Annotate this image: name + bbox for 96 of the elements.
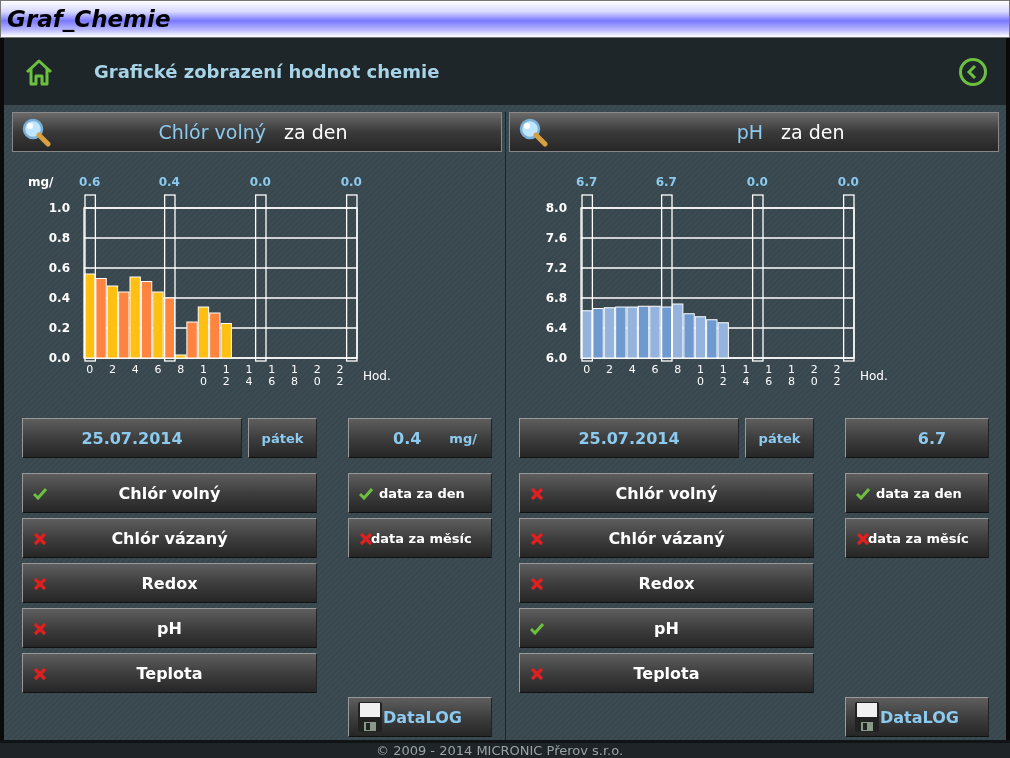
chart-bar xyxy=(197,306,210,359)
axis-label: 1.0 xyxy=(48,201,70,215)
axis-label: 1 8 xyxy=(787,363,795,388)
search-icon xyxy=(518,117,548,147)
cursor-value: 0.0 xyxy=(249,175,271,189)
chart-bar xyxy=(694,316,707,359)
back-icon[interactable] xyxy=(958,56,988,87)
axis-title: mg/ xyxy=(28,175,54,189)
axis-label: 1 4 xyxy=(245,363,253,388)
chart-bar xyxy=(672,303,684,359)
axis-label: 2 0 xyxy=(810,363,818,388)
axis-label: 0.4 xyxy=(48,291,70,305)
window-title: Graf_Chemie xyxy=(7,6,171,32)
axis-label: 8 xyxy=(177,363,185,376)
value-field: 6.7 xyxy=(845,418,989,458)
axis-label: 6 xyxy=(154,363,162,376)
axis-label: 1 4 xyxy=(742,363,750,388)
cursor-value: 6.7 xyxy=(576,175,598,189)
axis-label: 0.0 xyxy=(48,351,70,365)
datalog-button[interactable]: DataLOG xyxy=(845,697,989,737)
datalog-button[interactable]: DataLOG xyxy=(348,697,492,737)
range-button[interactable]: data za měsíc xyxy=(845,518,989,558)
search-icon xyxy=(21,117,51,147)
date-field: 25.07.2014 xyxy=(22,418,242,458)
axis-label: 1 6 xyxy=(765,363,773,388)
parameter-button[interactable]: pH xyxy=(22,608,317,648)
chart-bar xyxy=(683,313,695,359)
axis-label: 2 0 xyxy=(313,363,321,388)
range-button[interactable]: data za den xyxy=(845,473,989,513)
value-field: 0.4 mg/ xyxy=(348,418,492,458)
cursor-value: 0.4 xyxy=(158,175,180,189)
axis-label: 6.4 xyxy=(545,321,567,335)
chart-bar xyxy=(152,291,164,359)
parameter-button[interactable]: pH xyxy=(519,608,814,648)
cursor-value: 0.0 xyxy=(837,175,859,189)
axis-label: 4 xyxy=(628,363,636,376)
parameter-button[interactable]: Teplota xyxy=(22,653,317,693)
header-title: Grafické zobrazení hodnot chemie xyxy=(94,61,441,82)
range-button[interactable]: data za měsíc xyxy=(348,518,492,558)
cursor-value: 0.0 xyxy=(746,175,768,189)
axis-label: 6.8 xyxy=(545,291,567,305)
range-button[interactable]: data za den xyxy=(348,473,492,513)
copyright-text: © 2009 - 2014 MICRONIC Přerov s.r.o. xyxy=(376,743,624,758)
axis-label: 2 2 xyxy=(336,363,344,388)
axis-label: 8.0 xyxy=(545,201,567,215)
chart-bar xyxy=(660,306,672,359)
parameter-button[interactable]: Redox xyxy=(22,563,317,603)
parameter-button[interactable]: Teplota xyxy=(519,653,814,693)
chart-bar xyxy=(603,307,616,359)
axis-label: 1 2 xyxy=(719,363,727,388)
axis-label: 0 xyxy=(583,363,591,376)
weekday-field: pátek xyxy=(745,418,814,458)
chart-bar xyxy=(637,305,650,359)
parameter-button[interactable]: Chlór vázaný xyxy=(519,518,814,558)
heading-period: za den xyxy=(781,121,845,143)
axis-label: 1 0 xyxy=(199,363,207,388)
heading-period: za den xyxy=(284,121,348,143)
axis-label: 8 xyxy=(674,363,682,376)
axis-label: 4 xyxy=(131,363,139,376)
cursor-value: 0.0 xyxy=(340,175,362,189)
parameter-button[interactable]: Chlór volný xyxy=(519,473,814,513)
chart-bar xyxy=(118,291,130,359)
axis-label: 0 xyxy=(86,363,94,376)
chart-bar xyxy=(592,308,604,359)
chart-bar xyxy=(209,312,221,359)
axis-label: 2 2 xyxy=(833,363,841,388)
chart-bar xyxy=(626,306,638,359)
axis-label: 7.6 xyxy=(545,231,567,245)
axis-label: 1 2 xyxy=(222,363,230,388)
parameter-button[interactable]: Redox xyxy=(519,563,814,603)
chart-bar xyxy=(615,306,627,359)
heading-quantity: Chlór volný xyxy=(157,121,266,143)
axis-label: 1 8 xyxy=(290,363,298,388)
axis-label: 1 6 xyxy=(268,363,276,388)
date-field: 25.07.2014 xyxy=(519,418,739,458)
axis-label: 6 xyxy=(651,363,659,376)
axis-label: 6.0 xyxy=(545,351,567,365)
axis-label: 0.6 xyxy=(48,261,70,275)
axis-label: 1 0 xyxy=(696,363,704,388)
home-icon[interactable] xyxy=(24,57,54,86)
axis-label: 2 xyxy=(605,363,613,376)
chart-bar xyxy=(649,305,661,359)
axis-label: 0.2 xyxy=(48,321,70,335)
axis-label: 2 xyxy=(108,363,116,376)
cursor-value: 0.6 xyxy=(79,175,101,189)
cursor-value: 6.7 xyxy=(655,175,677,189)
axis-label: 0.8 xyxy=(48,231,70,245)
axis-title: Hod. xyxy=(860,369,888,383)
parameter-button[interactable]: Chlór volný xyxy=(22,473,317,513)
heading-quantity: pH xyxy=(735,121,763,143)
chart-bar xyxy=(581,310,593,359)
parameter-button[interactable]: Chlór vázaný xyxy=(22,518,317,558)
axis-label: 7.2 xyxy=(545,261,567,275)
weekday-field: pátek xyxy=(248,418,317,458)
axis-title: Hod. xyxy=(363,369,391,383)
chart-bar xyxy=(706,319,718,359)
